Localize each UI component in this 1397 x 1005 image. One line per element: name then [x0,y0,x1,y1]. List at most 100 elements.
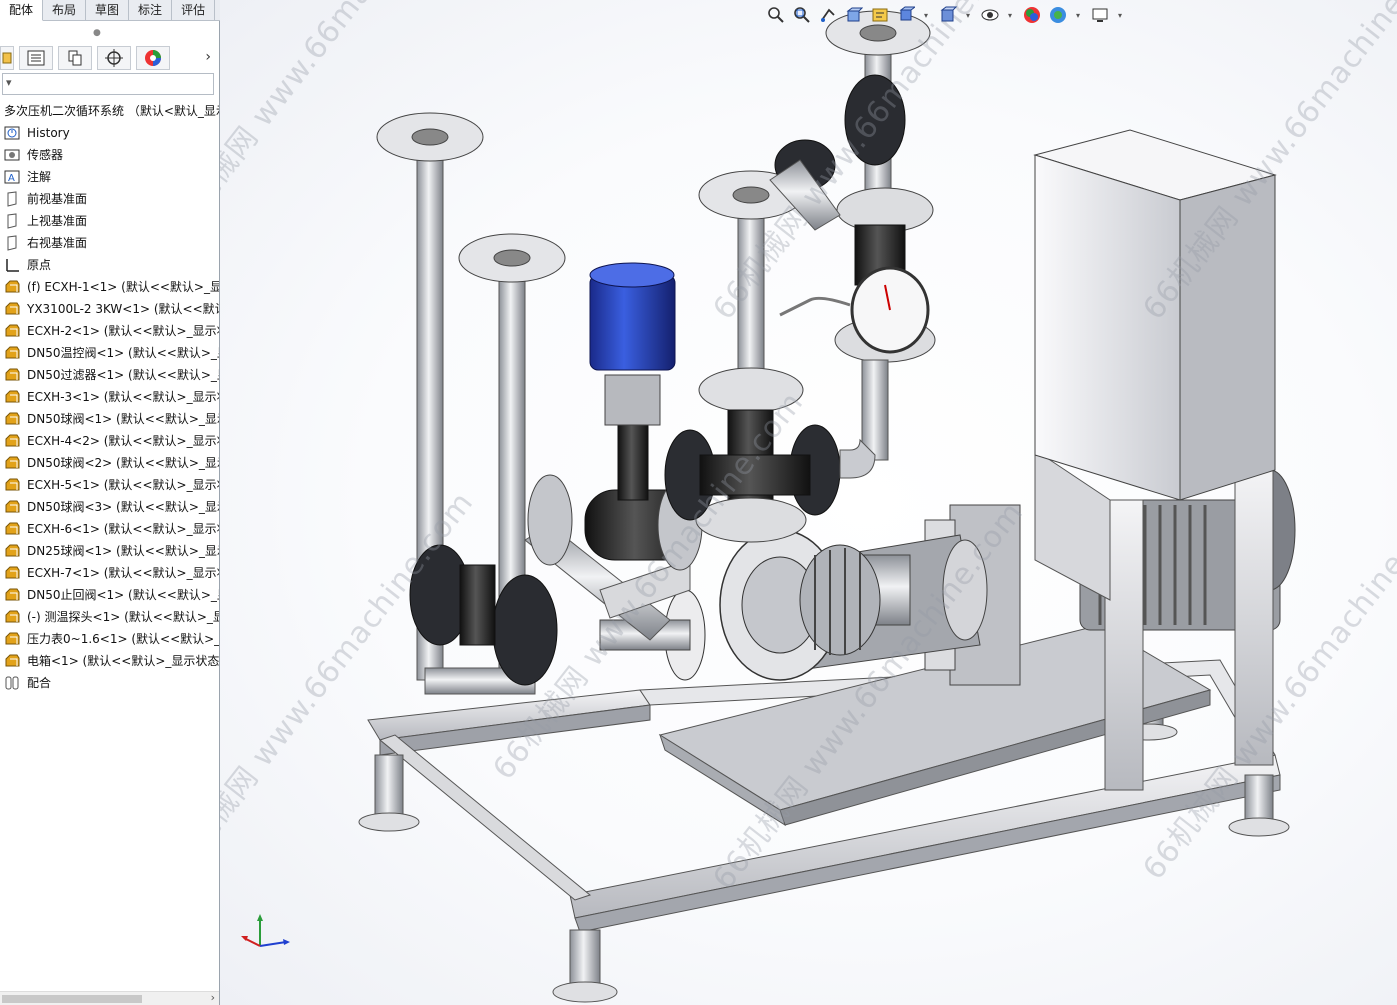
chevron-down-icon[interactable]: ▾ [1005,4,1015,26]
tree-item-plane[interactable]: 前视基准面 [0,188,219,210]
tree-item-label: ECXH-3<1> (默认<<默认>_显示状 [27,390,219,404]
tree-item-component[interactable]: ECXH-6<1> (默认<<默认>_显示状 [0,518,219,540]
tree-item-component[interactable]: DN50温控阀<1> (默认<<默认>_显 [0,342,219,364]
tree-item-label: ECXH-5<1> (默认<<默认>_显示状 [27,478,219,492]
part-icon [4,499,21,515]
tree-item-origin[interactable]: 原点 [0,254,219,276]
annotation-icon: A [4,169,21,185]
graphics-area[interactable]: 66机械网 www.66machine.com66机械网 www.66machi… [220,0,1397,1005]
zoom-to-area-icon[interactable] [791,4,813,26]
tree-item-label: ECXH-7<1> (默认<<默认>_显示状 [27,566,219,580]
tree-root-assembly[interactable]: 多次压机二次循环系统 （默认<默认_显示 [0,100,219,122]
tree-item-label: YX3100L-2 3KW<1> (默认<<默认 [27,302,219,316]
heads-up-view-toolbar: ▾ ▾ ▾ ▾ ▾ [765,3,1131,27]
inlet-pipes[interactable] [376,112,566,695]
tree-item-component[interactable]: DN50过滤器<1> (默认<<默认>_显 [0,364,219,386]
tree-item-annotation[interactable]: A 注解 [0,166,219,188]
tree-item-label: DN50球阀<3> (默认<<默认>_显示 [27,500,219,514]
tree-item-component[interactable]: YX3100L-2 3KW<1> (默认<<默认 [0,298,219,320]
tree-item-component[interactable]: 电箱<1> (默认<<默认>_显示状态 [0,650,219,672]
tree-item-label: 传感器 [27,148,64,162]
horizontal-scrollbar[interactable]: › [0,991,219,1005]
part-icon [4,565,21,581]
tree-item-component[interactable]: DN50止回阀<1> (默认<<默认>_显 [0,584,219,606]
tree-item-component[interactable]: ECXH-7<1> (默认<<默认>_显示状 [0,562,219,584]
tree-item-label: ECXH-6<1> (默认<<默认>_显示状 [27,522,219,536]
dimxpert-icon[interactable] [97,46,131,70]
tree-item-component[interactable]: DN50球阀<2> (默认<<默认>_显示 [0,452,219,474]
tab-2[interactable]: 草图 [86,0,130,21]
tree-item-label: 电箱<1> (默认<<默认>_显示状态 [27,654,219,668]
tree-item-label: DN50止回阀<1> (默认<<默认>_显 [27,588,219,602]
part-icon [4,543,21,559]
tree-item-label: 前视基准面 [27,192,88,206]
tree-item-label: 右视基准面 [27,236,88,250]
reference-triad [241,914,290,947]
chevron-down-icon[interactable]: ▾ [921,4,931,26]
scroll-right-icon[interactable]: › [211,991,215,1004]
chevron-down-icon[interactable]: ▾ [1073,4,1083,26]
chevron-down-icon[interactable]: ▾ [1115,4,1125,26]
tree-item-label: History [27,126,70,140]
panel-grip-icon[interactable]: ● [93,28,101,38]
tree-item-sensor[interactable]: 传感器 [0,144,219,166]
apply-scene-icon[interactable] [1047,4,1069,26]
display-style-icon[interactable] [937,4,959,26]
tree-item-component[interactable]: ECXH-4<2> (默认<<默认>_显示状 [0,430,219,452]
tree-item-plane[interactable]: 右视基准面 [0,232,219,254]
tree-item-plane[interactable]: 上视基准面 [0,210,219,232]
plane-icon [4,191,21,207]
tree-item-label: DN50过滤器<1> (默认<<默认>_显 [27,368,219,382]
assembly-model[interactable] [220,0,1397,1005]
zoom-to-fit-icon[interactable] [765,4,787,26]
tree-item-mates[interactable]: 配合 [0,672,219,694]
tree-item-history[interactable]: History [0,122,219,144]
view-settings-icon[interactable] [1089,4,1111,26]
part-icon [4,323,21,339]
svg-text:A: A [8,173,15,184]
configuration-manager-icon[interactable] [58,46,92,70]
feature-tree: 多次压机二次循环系统 （默认<默认_显示 History 传感器 A 注解前视基准面上… [0,100,219,694]
part-icon [4,477,21,493]
chevron-down-icon[interactable]: ▾ [963,4,973,26]
panel-toolbar [0,45,218,71]
property-manager-icon[interactable] [19,46,53,70]
plane-icon [4,213,21,229]
dynamic-annotation-icon[interactable] [869,4,891,26]
feature-manager-icon[interactable] [0,46,14,70]
tree-item-component[interactable]: ECXH-5<1> (默认<<默认>_显示状 [0,474,219,496]
mate-icon [4,675,21,691]
view-orientation-icon[interactable] [895,4,917,26]
tree-item-component[interactable]: (-) 测温探头<1> (默认<<默认>_显 [0,606,219,628]
tree-filter-input[interactable]: ▾ [2,73,214,95]
tab-3[interactable]: 标注 [129,0,173,21]
tree-item-component[interactable]: (f) ECXH-1<1> (默认<<默认>_显示 [0,276,219,298]
tree-item-component[interactable]: ECXH-2<1> (默认<<默认>_显示状 [0,320,219,342]
scrollbar-thumb[interactable] [2,995,142,1003]
part-icon [4,411,21,427]
section-view-icon[interactable] [843,4,865,26]
tab-0[interactable]: 配体 [0,0,44,21]
part-icon [4,587,21,603]
part-icon [4,301,21,317]
tab-4[interactable]: 评估 [172,0,216,21]
tree-item-component[interactable]: 压力表0~1.6<1> (默认<<默认>_显 [0,628,219,650]
part-icon [4,521,21,537]
edit-appearance-icon[interactable] [1021,4,1043,26]
part-icon [4,609,21,625]
tree-item-component[interactable]: ECXH-3<1> (默认<<默认>_显示状 [0,386,219,408]
previous-view-icon[interactable] [817,4,839,26]
display-manager-icon[interactable] [136,46,170,70]
part-icon [4,279,21,295]
tree-item-component[interactable]: DN25球阀<1> (默认<<默认>_显示 [0,540,219,562]
tab-1[interactable]: 布局 [43,0,87,21]
tree-item-label: DN50球阀<1> (默认<<默认>_显示 [27,412,219,426]
tree-item-label: 压力表0~1.6<1> (默认<<默认>_显 [27,632,219,646]
tree-item-component[interactable]: DN50球阀<1> (默认<<默认>_显示 [0,408,219,430]
tree-item-label: 上视基准面 [27,214,88,228]
part-icon [4,433,21,449]
chevron-right-icon[interactable]: › [205,49,211,65]
part-icon [4,653,21,669]
tree-item-component[interactable]: DN50球阀<3> (默认<<默认>_显示 [0,496,219,518]
hide-show-icon[interactable] [979,4,1001,26]
